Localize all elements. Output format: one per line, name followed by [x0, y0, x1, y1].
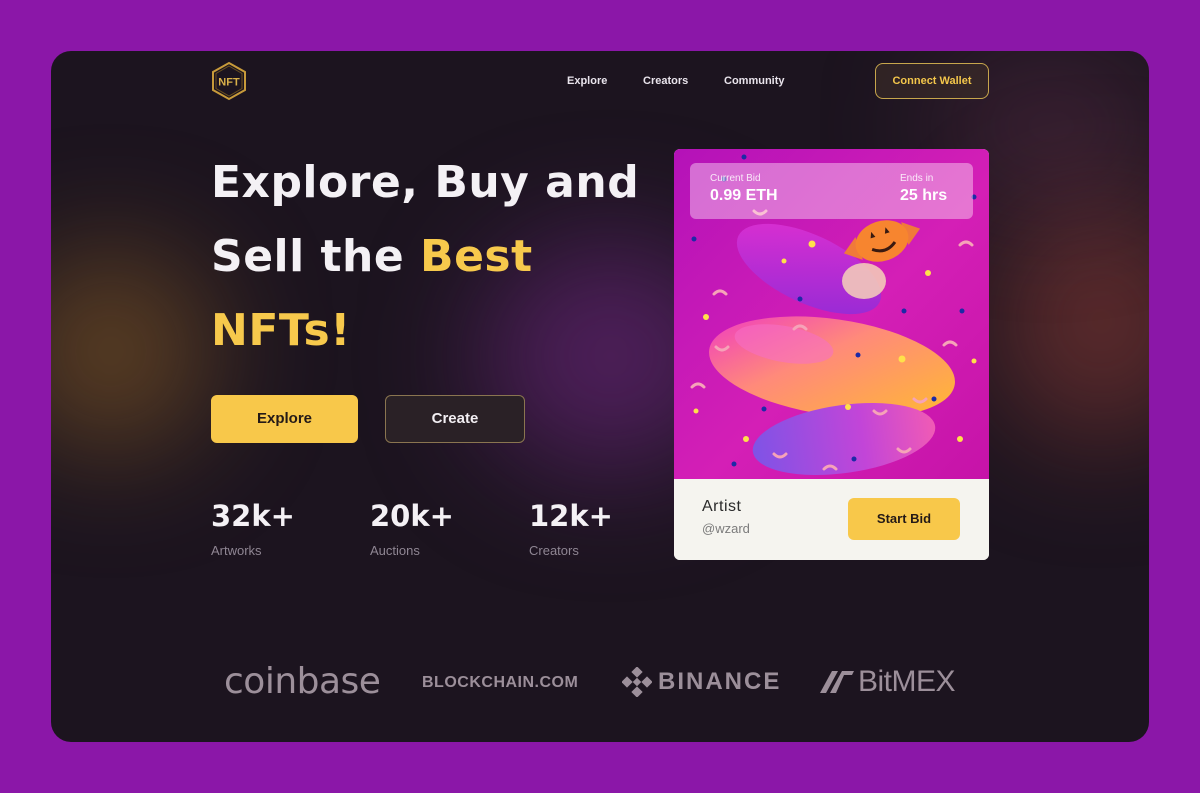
- hero-line-3: NFTs!: [211, 305, 351, 356]
- nav-creators[interactable]: Creators: [643, 75, 688, 87]
- card-footer: Artist @wzard Start Bid: [674, 479, 989, 560]
- start-bid-button[interactable]: Start Bid: [848, 498, 960, 540]
- nav-community[interactable]: Community: [724, 75, 785, 87]
- bitmex-icon: [820, 671, 854, 693]
- hero-highlight: Best: [420, 231, 533, 282]
- ambient-glow-right: [991, 201, 1149, 441]
- stat-value: 32k+: [211, 499, 295, 533]
- logo-text: NFT: [218, 77, 240, 89]
- binance-icon: [622, 667, 652, 697]
- current-bid-value: 0.99 ETH: [710, 187, 778, 204]
- explore-button[interactable]: Explore: [211, 395, 358, 443]
- stat-auctions: 20k+ Auctions: [370, 499, 454, 558]
- artist-label: Artist: [702, 498, 742, 515]
- landing-page: NFT Explore Creators Community Connect W…: [51, 51, 1149, 742]
- stat-label: Auctions: [370, 543, 420, 558]
- hero-line-2: Sell the Best: [211, 220, 641, 294]
- ends-in-value: 25 hrs: [900, 187, 948, 204]
- nav-explore[interactable]: Explore: [567, 75, 607, 87]
- binance-logo: BINANCE: [622, 665, 781, 699]
- bitmex-wordmark: BitMEX: [858, 665, 956, 698]
- hero-headline: Explore, Buy and Sell the Best NFTs!: [211, 146, 641, 368]
- blockchain-logo: BLOCKCHAIN.COM: [422, 674, 579, 691]
- stat-artworks: 32k+ Artworks: [211, 499, 295, 558]
- coinbase-logo: coinbase: [224, 661, 381, 702]
- bitmex-logo: BitMEX: [820, 664, 956, 700]
- connect-wallet-button[interactable]: Connect Wallet: [875, 63, 989, 99]
- hero-line-2-plain: Sell the: [211, 231, 421, 282]
- ambient-glow-left: [51, 251, 211, 451]
- stat-creators: 12k+ Creators: [529, 499, 613, 558]
- artist-handle[interactable]: @wzard: [702, 521, 750, 536]
- bid-info-panel: Current Bid 0.99 ETH Ends in 25 hrs: [690, 163, 973, 219]
- stat-value: 12k+: [529, 499, 613, 533]
- hero-line-1: Explore, Buy and: [211, 157, 640, 208]
- nft-logo[interactable]: NFT: [211, 61, 247, 101]
- ends-in-label: Ends in: [900, 173, 934, 184]
- binance-wordmark: BINANCE: [658, 668, 782, 695]
- stat-label: Artworks: [211, 543, 262, 558]
- create-button[interactable]: Create: [385, 395, 525, 443]
- stat-label: Creators: [529, 543, 579, 558]
- stat-value: 20k+: [370, 499, 454, 533]
- current-bid-label: Current Bid: [710, 173, 761, 184]
- nft-card[interactable]: Current Bid 0.99 ETH Ends in 25 hrs Arti…: [674, 149, 989, 560]
